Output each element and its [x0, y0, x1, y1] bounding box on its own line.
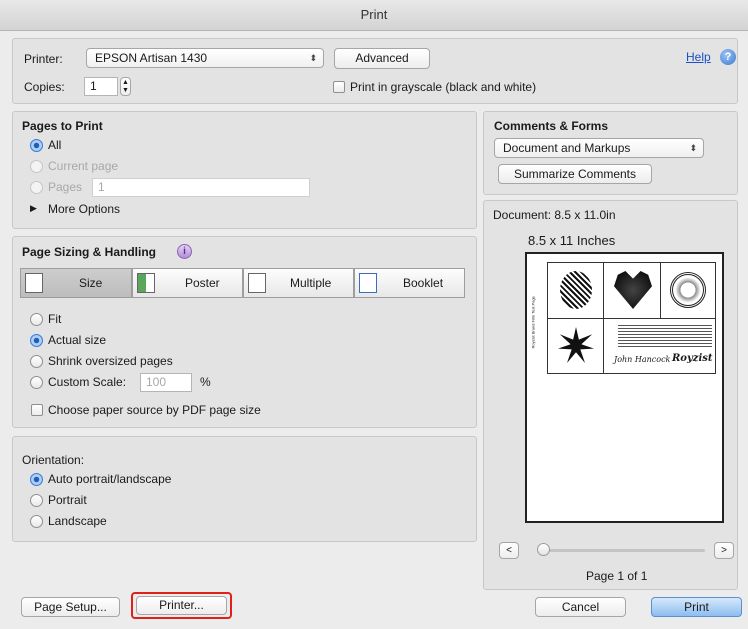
thumb-grid: John Hancock Royzist	[547, 262, 716, 374]
window-title: Print	[360, 7, 388, 22]
radio-portrait-label: Portrait	[48, 493, 87, 507]
window-title-bar: Print	[0, 0, 748, 31]
thumb-text-block	[618, 325, 712, 347]
tab-booklet[interactable]: Booklet	[354, 268, 465, 298]
pages-range-input[interactable]: 1	[92, 178, 310, 197]
preview-slider-thumb[interactable]	[537, 543, 550, 556]
help-icon[interactable]: ?	[720, 49, 736, 65]
paper-size-label: 8.5 x 11 Inches	[528, 233, 616, 248]
sizing-title: Page Sizing & Handling	[22, 245, 157, 259]
printer-select-value: EPSON Artisan 1430	[95, 51, 208, 65]
radio-current-page-label: Current page	[48, 159, 119, 173]
comments-forms-select-value: Document and Markups	[503, 141, 631, 155]
tab-multiple-label: Multiple	[290, 276, 332, 290]
copies-stepper[interactable]: ▲ ▼	[120, 77, 131, 96]
radio-shrink-oversized[interactable]	[30, 355, 43, 368]
printer-button[interactable]: Printer...	[136, 596, 227, 615]
radio-pages[interactable]	[30, 181, 43, 194]
updown-arrows-icon: ⬍	[309, 53, 317, 63]
prev-page-label: <	[506, 545, 512, 556]
page-preview: Royzist Brand Film Test Page John Hancoc…	[525, 252, 724, 523]
radio-all-label: All	[48, 138, 62, 152]
radio-actual-size-label: Actual size	[48, 333, 107, 347]
cancel-button-label: Cancel	[561, 600, 600, 614]
grayscale-checkbox[interactable]	[333, 81, 345, 93]
radio-auto-orientation[interactable]	[30, 473, 43, 486]
radio-landscape[interactable]	[30, 515, 43, 528]
percent-label: %	[200, 375, 211, 389]
advanced-button-label: Advanced	[355, 51, 409, 65]
radio-landscape-label: Landscape	[48, 514, 107, 528]
thumb-cell-3	[661, 263, 715, 319]
print-button-label: Print	[684, 600, 709, 614]
info-icon[interactable]: i	[177, 244, 192, 259]
radio-all[interactable]	[30, 139, 43, 152]
printer-button-label: Printer...	[159, 598, 204, 612]
tab-size-label: Size	[79, 276, 103, 290]
radio-actual-size[interactable]	[30, 334, 43, 347]
size-icon	[25, 273, 43, 293]
thumb-heart-image	[614, 271, 652, 309]
radio-custom-scale-label: Custom Scale:	[48, 375, 127, 389]
tab-booklet-label: Booklet	[403, 276, 444, 290]
booklet-icon	[359, 273, 377, 293]
thumb-cell-1	[548, 263, 604, 319]
comments-forms-title: Comments & Forms	[494, 119, 609, 133]
radio-current-page[interactable]	[30, 160, 43, 173]
custom-scale-input[interactable]: 100	[140, 373, 192, 392]
help-link[interactable]: Help	[686, 50, 711, 64]
orientation-title: Orientation:	[22, 453, 85, 467]
pages-to-print-title: Pages to Print	[22, 119, 103, 133]
thumb-seal-image	[670, 272, 706, 308]
radio-fit[interactable]	[30, 313, 43, 326]
radio-pages-label: Pages	[48, 180, 83, 194]
disclosure-triangle-icon[interactable]: ▶	[30, 203, 37, 214]
tab-poster[interactable]: Poster	[132, 268, 243, 298]
sizing-panel	[12, 236, 477, 428]
page-setup-label: Page Setup...	[34, 600, 107, 614]
thumb-cell-4	[548, 319, 604, 373]
next-page-button[interactable]: >	[714, 542, 734, 559]
comments-forms-select[interactable]: Document and Markups ⬍	[494, 138, 704, 158]
thumb-star-image	[558, 327, 594, 363]
tab-poster-label: Poster	[185, 276, 220, 290]
prev-page-button[interactable]: <	[499, 542, 519, 559]
thumb-signature: John Hancock	[614, 355, 671, 364]
more-options-label[interactable]: More Options	[48, 202, 120, 216]
thumb-cell-2	[604, 263, 661, 319]
multiple-icon	[248, 273, 266, 293]
document-size-label: Document: 8.5 x 11.0in	[493, 208, 616, 222]
page-setup-button[interactable]: Page Setup...	[21, 597, 120, 617]
tab-multiple[interactable]: Multiple	[243, 268, 354, 298]
cancel-button[interactable]: Cancel	[535, 597, 626, 617]
copies-label: Copies:	[24, 80, 65, 94]
thumb-pattern-image	[560, 271, 592, 309]
summarize-comments-button[interactable]: Summarize Comments	[498, 164, 652, 184]
printer-label: Printer:	[24, 52, 63, 66]
radio-fit-label: Fit	[48, 312, 62, 326]
radio-portrait[interactable]	[30, 494, 43, 507]
page-status: Page 1 of 1	[586, 569, 648, 583]
paper-source-checkbox[interactable]	[31, 404, 43, 416]
next-page-label: >	[721, 545, 727, 556]
thumb-logo: Royzist	[672, 353, 713, 364]
thumb-side-text: Royzist Brand Film Test Page	[530, 296, 536, 349]
radio-shrink-oversized-label: Shrink oversized pages	[48, 354, 173, 368]
grayscale-label: Print in grayscale (black and white)	[350, 80, 537, 94]
copies-input[interactable]: 1	[84, 77, 118, 96]
poster-icon	[137, 273, 155, 293]
radio-auto-orientation-label: Auto portrait/landscape	[48, 472, 172, 486]
printer-select[interactable]: EPSON Artisan 1430 ⬍	[86, 48, 324, 68]
updown-arrows-icon: ⬍	[689, 143, 697, 153]
tab-size[interactable]: Size	[20, 268, 132, 298]
print-button[interactable]: Print	[651, 597, 742, 617]
radio-custom-scale[interactable]	[30, 376, 43, 389]
paper-source-label: Choose paper source by PDF page size	[48, 403, 261, 417]
advanced-button[interactable]: Advanced	[334, 48, 430, 69]
preview-slider-track[interactable]	[537, 549, 705, 552]
summarize-comments-label: Summarize Comments	[513, 167, 637, 181]
